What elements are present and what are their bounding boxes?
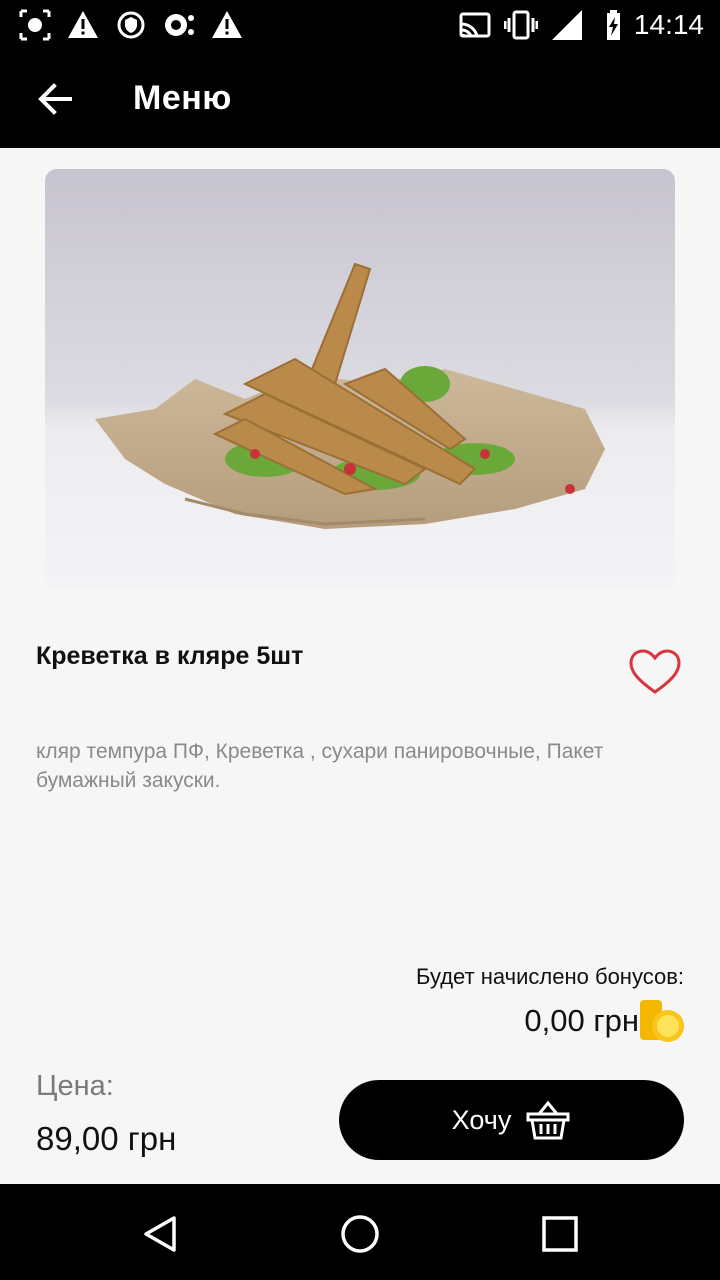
want-button-label: Хочу bbox=[451, 1104, 512, 1135]
app-bar: Меню bbox=[0, 50, 720, 148]
status-right-icons bbox=[458, 8, 630, 42]
warning-icon bbox=[68, 11, 98, 38]
screenshot-icon bbox=[19, 9, 51, 41]
basket-icon bbox=[526, 1100, 570, 1140]
heart-outline-icon[interactable] bbox=[628, 648, 682, 696]
recents-square-icon[interactable] bbox=[538, 1212, 582, 1256]
status-time: 14:14 bbox=[633, 9, 704, 40]
arrow-back-icon[interactable] bbox=[30, 74, 80, 124]
vibrate-icon bbox=[504, 10, 538, 40]
warning-icon bbox=[212, 11, 242, 38]
home-circle-icon[interactable] bbox=[338, 1212, 382, 1256]
page-title: Меню bbox=[133, 79, 232, 117]
vpn-icon bbox=[117, 11, 145, 39]
back-triangle-icon[interactable] bbox=[138, 1212, 182, 1256]
status-left-icons bbox=[18, 8, 244, 42]
price-value: 89,00 грн bbox=[36, 1120, 177, 1157]
battery-icon bbox=[607, 10, 620, 40]
screenshot-icon bbox=[165, 14, 194, 36]
product-name: Креветка в кляре 5шт bbox=[36, 642, 304, 670]
system-nav-bar bbox=[0, 1184, 720, 1280]
status-bar: 14:14 bbox=[0, 0, 720, 50]
cast-icon bbox=[459, 12, 491, 38]
product-ingredients: кляр темпура ПФ, Креветка , сухари панир… bbox=[36, 740, 604, 792]
bonus-label: Будет начислено бонусов: bbox=[416, 964, 684, 989]
signal-icon bbox=[552, 10, 582, 40]
want-button[interactable]: Хочу bbox=[339, 1080, 684, 1160]
bonus-value: 0,00 грн bbox=[524, 1003, 639, 1038]
price-label: Цена: bbox=[36, 1070, 114, 1102]
coins-icon bbox=[640, 1000, 684, 1042]
fried-shrimp-photo bbox=[45, 169, 675, 589]
